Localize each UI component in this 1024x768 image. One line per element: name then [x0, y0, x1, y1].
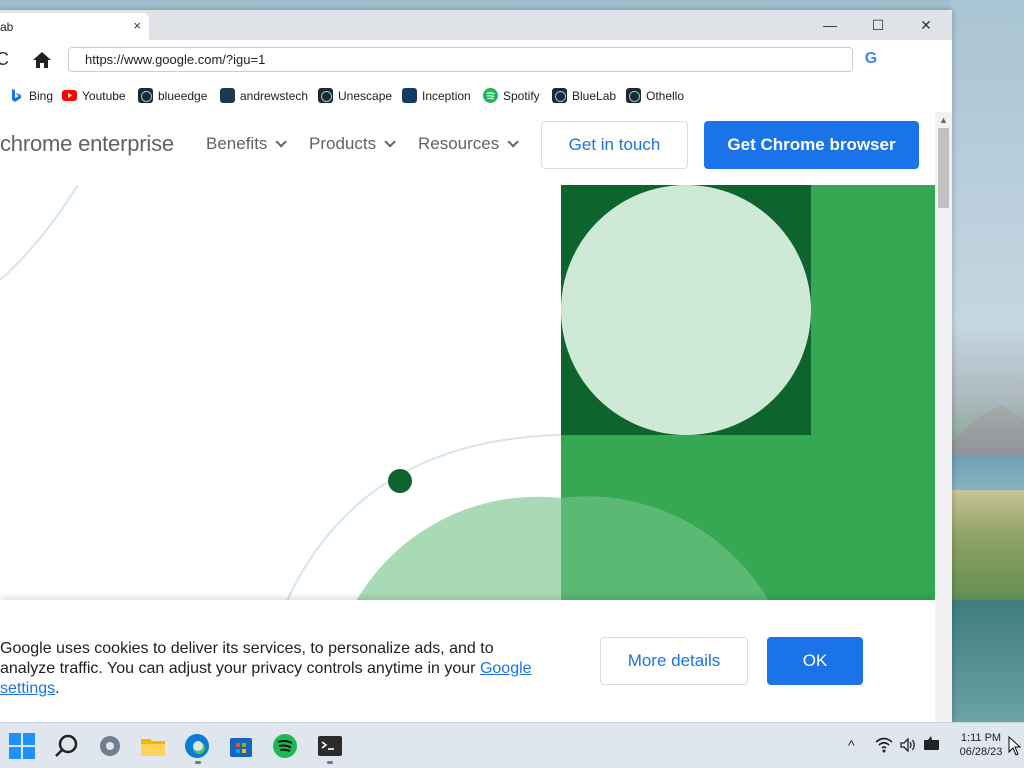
inception-icon: [402, 88, 417, 103]
nav-label: Products: [309, 134, 377, 153]
browser-toolbar: C https://www.google.com/?igu=1 G: [0, 40, 952, 80]
google-icon[interactable]: G: [862, 50, 880, 68]
light-green-circle: [561, 185, 811, 435]
bookmark-label: BlueLab: [572, 88, 617, 103]
andrewstech-icon: [220, 88, 235, 103]
home-icon[interactable]: [32, 51, 52, 69]
bookmark-label: blueedge: [158, 88, 208, 103]
wallpaper-water: [950, 600, 1024, 722]
nav-label: Benefits: [206, 134, 268, 153]
bookmark-label: Bing: [29, 88, 54, 103]
cookie-period: .: [55, 680, 60, 697]
bookmark-label: Unescape: [338, 88, 393, 103]
tab-close-icon[interactable]: ×: [133, 18, 141, 33]
bookmark-bluelab[interactable]: BlueLab: [552, 88, 616, 103]
title-bar: ab × — ☐ ✕: [0, 10, 952, 40]
bookmarks-bar: Bing Youtube blueedge andrewstech Unesca…: [0, 80, 952, 112]
chevron-down-icon: [507, 136, 520, 148]
site-logo[interactable]: chrome enterprise: [0, 131, 174, 157]
wallpaper-mountain: [950, 405, 1024, 460]
bookmark-label: Youtube: [82, 88, 126, 103]
tab-title: ab: [0, 20, 14, 34]
running-indicator: [195, 761, 201, 764]
react-icon: [626, 88, 641, 103]
desktop-wallpaper: [950, 0, 1024, 722]
cookie-text: Google uses cookies to deliver its servi…: [0, 640, 494, 677]
bookmark-spotify[interactable]: Spotify: [483, 88, 540, 103]
spotify-icon: [483, 88, 498, 103]
settings-icon[interactable]: [97, 733, 123, 759]
react-icon: [318, 88, 333, 103]
hero-illustration: [0, 185, 935, 603]
ok-button[interactable]: OK: [767, 637, 863, 685]
running-indicator: [327, 761, 333, 764]
wallpaper-grass: [950, 490, 1024, 610]
youtube-icon: [62, 90, 77, 101]
bookmark-blueedge[interactable]: blueedge: [138, 88, 207, 103]
clock-date: 06/28/23: [959, 746, 1003, 758]
address-bar[interactable]: https://www.google.com/?igu=1: [68, 47, 853, 72]
tray-chevron-icon[interactable]: ^: [848, 737, 855, 753]
get-in-touch-button[interactable]: Get in touch: [541, 121, 688, 169]
bookmark-andrewstech[interactable]: andrewstech: [220, 88, 308, 103]
hero-graphic: [0, 185, 935, 603]
get-chrome-button[interactable]: Get Chrome browser: [704, 121, 919, 169]
bookmark-label: Inception: [422, 88, 471, 103]
spotify-icon[interactable]: [272, 733, 298, 759]
react-icon: [138, 88, 153, 103]
bookmark-youtube[interactable]: Youtube: [62, 88, 126, 103]
bookmark-bing[interactable]: Bing: [9, 88, 53, 103]
battery-icon[interactable]: [923, 736, 941, 752]
store-icon[interactable]: [228, 733, 254, 759]
bookmark-inception[interactable]: Inception: [402, 88, 471, 103]
nav-resources[interactable]: Resources: [418, 134, 520, 154]
decorative-arc: [0, 185, 79, 281]
site-header: chrome enterprise Benefits Products Reso…: [0, 112, 935, 185]
edge-icon[interactable]: [184, 733, 210, 759]
chevron-down-icon: [384, 136, 396, 148]
react-icon: [552, 88, 567, 103]
close-window-button[interactable]: ✕: [916, 15, 936, 35]
bookmark-othello[interactable]: Othello: [626, 88, 684, 103]
start-icon[interactable]: [9, 733, 35, 759]
chevron-down-icon: [275, 136, 288, 148]
clock[interactable]: 1:11 PM 06/28/23: [956, 731, 1006, 759]
file-explorer-icon[interactable]: [140, 733, 166, 759]
bookmark-label: Othello: [646, 88, 685, 103]
maximize-button[interactable]: ☐: [868, 15, 888, 35]
browser-window: ab × — ☐ ✕ C https://www.google.com/?igu…: [0, 10, 952, 722]
clock-time: 1:11 PM: [960, 732, 1002, 744]
volume-icon[interactable]: [899, 737, 917, 753]
nav-benefits[interactable]: Benefits: [206, 134, 288, 154]
mouse-cursor-icon: [1008, 736, 1022, 756]
cookie-banner: Google uses cookies to deliver its servi…: [0, 600, 935, 722]
minimize-button[interactable]: —: [820, 15, 840, 35]
vertical-scrollbar[interactable]: ▲: [935, 112, 952, 722]
dark-green-dot: [388, 469, 412, 493]
wifi-icon[interactable]: [875, 737, 893, 753]
terminal-icon[interactable]: [317, 733, 343, 759]
bookmark-unescape[interactable]: Unescape: [318, 88, 392, 103]
nav-label: Resources: [418, 134, 500, 153]
light-green-semicircle: [355, 496, 561, 603]
more-details-button[interactable]: More details: [600, 637, 748, 685]
scroll-up-icon[interactable]: ▲: [939, 115, 948, 125]
search-icon[interactable]: [54, 733, 80, 759]
reload-icon[interactable]: C: [0, 49, 9, 70]
bookmark-label: andrewstech: [240, 88, 309, 103]
bing-icon: [12, 89, 21, 102]
wallpaper-lake: [950, 455, 1024, 495]
taskbar: ^ 1:11 PM 06/28/23: [0, 722, 1024, 768]
nav-products[interactable]: Products: [309, 134, 396, 154]
page-viewport: chrome enterprise Benefits Products Reso…: [0, 112, 935, 722]
scroll-thumb[interactable]: [938, 128, 949, 208]
browser-tab[interactable]: ab ×: [0, 13, 149, 40]
cookie-message: Google uses cookies to deliver its servi…: [0, 639, 545, 699]
bookmark-label: Spotify: [503, 88, 540, 103]
